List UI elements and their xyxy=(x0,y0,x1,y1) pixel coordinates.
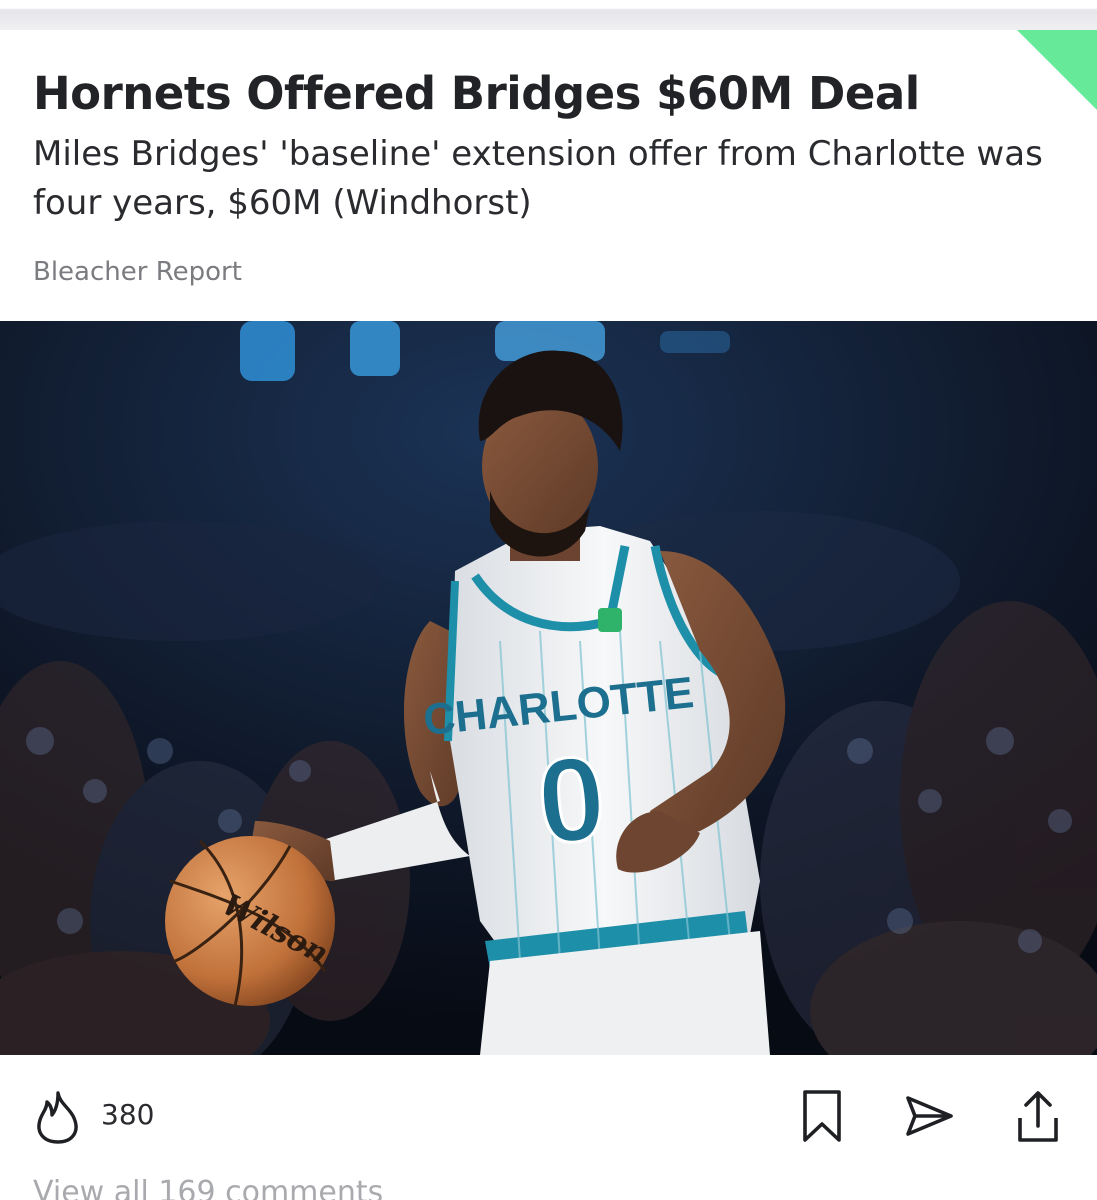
top-strip xyxy=(0,0,1097,30)
view-comments-link[interactable]: View all 169 comments xyxy=(33,1173,383,1200)
basketball-player-image: CHARLOTTE 0 Wilson xyxy=(0,321,1097,1055)
share-icon[interactable] xyxy=(1012,1088,1064,1144)
article-source[interactable]: Bleacher Report xyxy=(33,254,242,290)
article-photo[interactable]: CHARLOTTE 0 Wilson xyxy=(0,321,1097,1055)
action-bar: 380 xyxy=(0,1075,1097,1155)
article-subhead[interactable]: Miles Bridges' 'baseline' extension offe… xyxy=(33,130,1043,228)
bookmark-icon[interactable] xyxy=(796,1088,848,1144)
article-headline[interactable]: Hornets Offered Bridges $60M Deal xyxy=(33,66,993,122)
flame-icon[interactable] xyxy=(34,1090,82,1144)
reaction-count: 380 xyxy=(101,1098,155,1131)
new-corner-flag xyxy=(1017,30,1097,110)
article-card[interactable]: Hornets Offered Bridges $60M Deal Miles … xyxy=(0,30,1097,1200)
send-icon[interactable] xyxy=(903,1088,955,1144)
jersey-number: 0 xyxy=(532,731,610,870)
